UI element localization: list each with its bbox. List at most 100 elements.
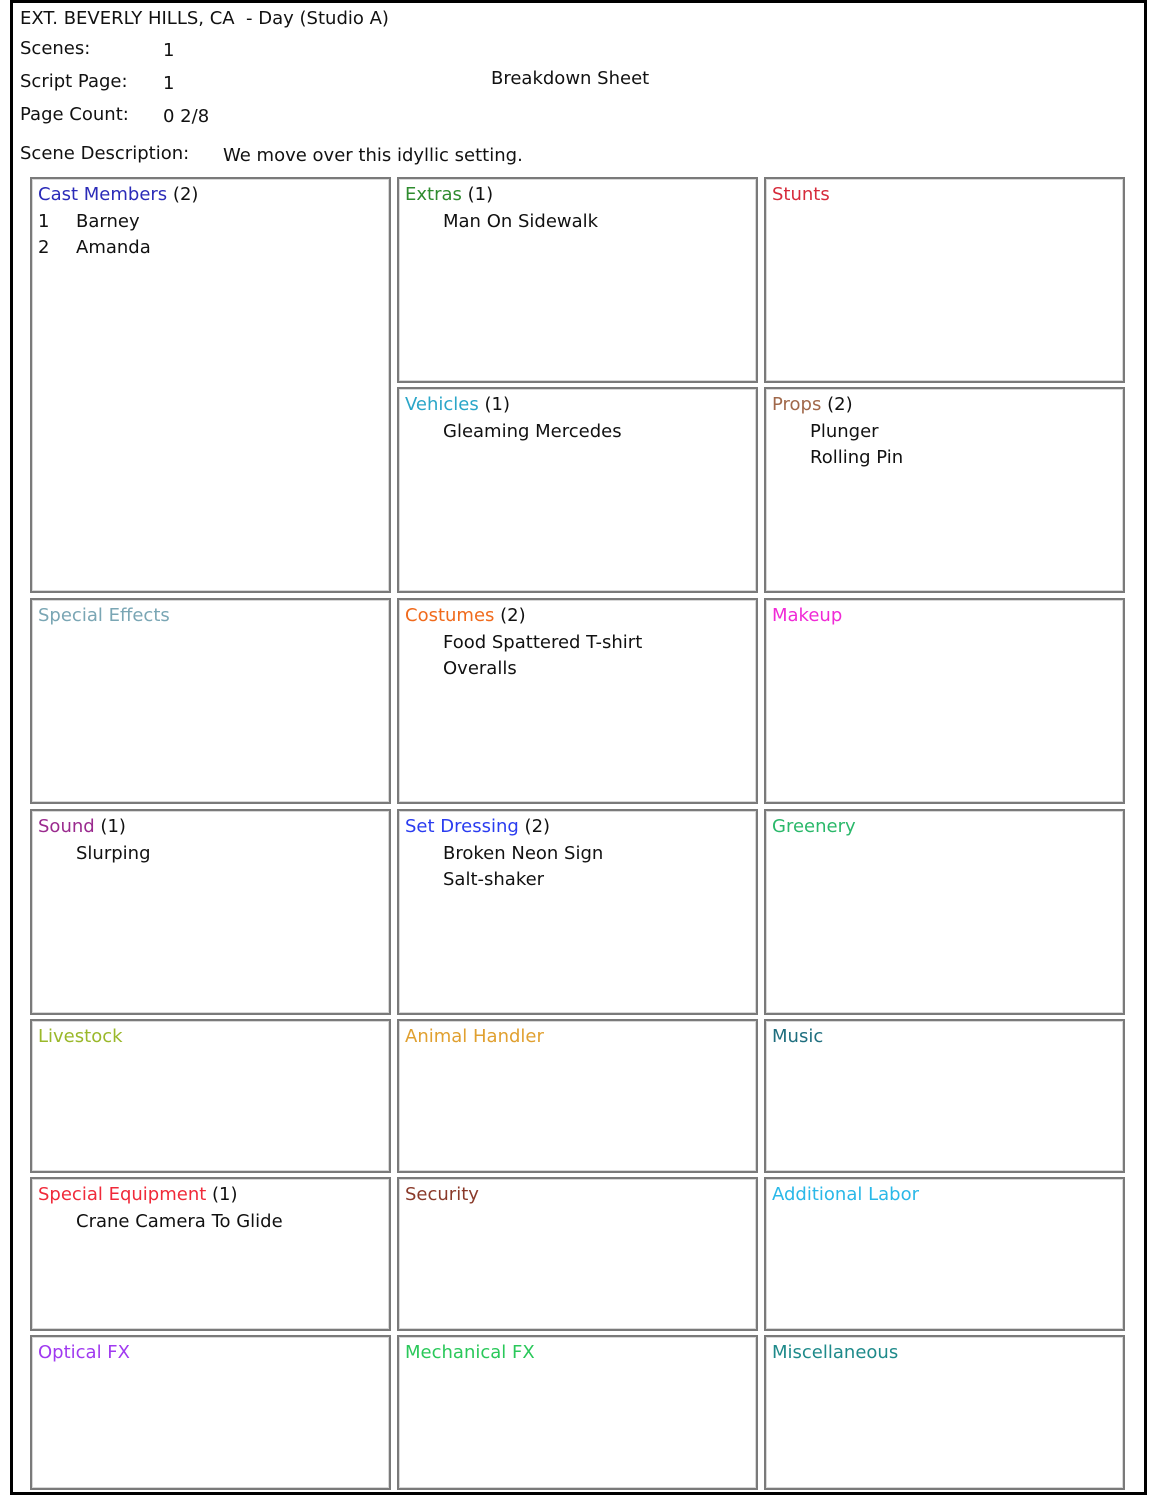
category-heading: Optical FX: [38, 1341, 383, 1365]
category-name: Sound: [38, 816, 95, 837]
category-heading: Sound (1): [38, 815, 383, 839]
category-heading: Special Effects: [38, 604, 383, 628]
list-item: Broken Neon Sign: [443, 843, 604, 864]
list-item: 1 Barney: [38, 209, 383, 235]
category-additional-labor: Additional Labor: [764, 1177, 1125, 1331]
category-extras: Extras (1) Man On Sidewalk: [397, 177, 758, 383]
category-heading: Additional Labor: [772, 1183, 1117, 1207]
category-greenery: Greenery: [764, 809, 1125, 1015]
category-count: (2): [524, 816, 551, 837]
category-heading: Miscellaneous: [772, 1341, 1117, 1365]
category-heading: Costumes (2): [405, 604, 750, 628]
category-heading: Livestock: [38, 1025, 383, 1049]
cast-name: Amanda: [76, 237, 151, 258]
page-count-label: Page Count:: [20, 104, 129, 125]
list-item: Plunger: [810, 421, 879, 442]
category-name: Livestock: [38, 1026, 123, 1047]
category-count: (2): [500, 605, 526, 626]
category-name: Makeup: [772, 605, 843, 626]
category-mechanical-fx: Mechanical FX: [397, 1335, 758, 1490]
category-heading: Makeup: [772, 604, 1117, 628]
page-count-value: 0 2/8: [163, 106, 210, 127]
cast-number: 1: [38, 211, 50, 232]
category-name: Music: [772, 1026, 824, 1047]
category-items: Food Spattered T-shirt Overalls: [405, 630, 750, 682]
category-items: 1 Barney 2 Amanda: [38, 209, 383, 261]
category-name: Optical FX: [38, 1342, 130, 1363]
list-item: Crane Camera To Glide: [76, 1211, 283, 1232]
category-livestock: Livestock: [30, 1019, 391, 1173]
list-item: Rolling Pin: [810, 447, 904, 468]
scene-heading: EXT. BEVERLY HILLS, CA - Day (Studio A): [20, 8, 389, 29]
category-special-equipment: Special Equipment (1) Crane Camera To Gli…: [30, 1177, 391, 1331]
category-name: Mechanical FX: [405, 1342, 535, 1363]
category-heading: Special Equipment (1): [38, 1183, 383, 1207]
category-heading: Music: [772, 1025, 1117, 1049]
category-name: Animal Handler: [405, 1026, 544, 1047]
list-item: Slurping: [76, 843, 151, 864]
category-name: Extras: [405, 184, 462, 205]
list-item: Overalls: [443, 658, 517, 679]
script-page-value: 1: [163, 73, 175, 94]
category-animal-handler: Animal Handler: [397, 1019, 758, 1173]
category-heading: Stunts: [772, 183, 1117, 207]
scene-description-value: We move over this idyllic setting.: [223, 145, 523, 166]
category-name: Costumes: [405, 605, 495, 626]
category-miscellaneous: Miscellaneous: [764, 1335, 1125, 1490]
category-count: (1): [212, 1184, 238, 1205]
category-vehicles: Vehicles (1) Gleaming Mercedes: [397, 387, 758, 593]
category-count: (1): [100, 816, 126, 837]
category-count: (1): [467, 184, 494, 205]
category-count: (2): [827, 394, 853, 415]
category-count: (2): [172, 184, 199, 205]
category-items: Broken Neon Sign Salt-shaker: [405, 841, 750, 893]
category-name: Security: [405, 1184, 479, 1205]
category-heading: Vehicles (1): [405, 393, 750, 417]
list-item: 2 Amanda: [38, 235, 383, 261]
category-heading: Set Dressing (2): [405, 815, 750, 839]
category-name: Vehicles: [405, 394, 479, 415]
sheet-title: Breakdown Sheet: [491, 68, 650, 89]
category-stunts: Stunts: [764, 177, 1125, 383]
cast-name: Barney: [76, 211, 140, 232]
category-items: Man On Sidewalk: [405, 209, 750, 235]
list-item: Salt-shaker: [443, 869, 545, 890]
scenes-label: Scenes:: [20, 38, 91, 59]
category-makeup: Makeup: [764, 598, 1125, 804]
scenes-value: 1: [163, 40, 175, 61]
category-name: Cast Members: [38, 184, 168, 205]
category-name: Props: [772, 394, 822, 415]
category-heading: Greenery: [772, 815, 1117, 839]
category-special-effects: Special Effects: [30, 598, 391, 804]
category-name: Special Effects: [38, 605, 170, 626]
category-heading: Cast Members (2): [38, 183, 383, 207]
list-item: Food Spattered T-shirt: [443, 632, 643, 653]
category-set-dressing: Set Dressing (2) Broken Neon Sign Salt-sha…: [397, 809, 758, 1015]
cast-number: 2: [38, 237, 50, 258]
category-name: Stunts: [772, 184, 830, 205]
category-optical-fx: Optical FX: [30, 1335, 391, 1490]
category-security: Security: [397, 1177, 758, 1331]
category-items: Gleaming Mercedes: [405, 419, 750, 445]
category-cast-members: Cast Members (2) 1 Barney 2 Amanda: [30, 177, 391, 593]
category-heading: Mechanical FX: [405, 1341, 750, 1365]
category-name: Additional Labor: [772, 1184, 919, 1205]
category-costumes: Costumes (2) Food Spattered T-shirt Overal…: [397, 598, 758, 804]
category-heading: Props (2): [772, 393, 1117, 417]
category-name: Miscellaneous: [772, 1342, 899, 1363]
category-count: (1): [484, 394, 510, 415]
category-items: Crane Camera To Glide: [38, 1209, 383, 1235]
script-page-label: Script Page:: [20, 71, 128, 92]
category-items: Slurping: [38, 841, 383, 867]
list-item: Gleaming Mercedes: [443, 421, 622, 442]
category-name: Greenery: [772, 816, 856, 837]
category-items: Plunger Rolling Pin: [772, 419, 1117, 471]
category-name: Set Dressing: [405, 816, 519, 837]
category-props: Props (2) Plunger Rolling Pin: [764, 387, 1125, 593]
scene-description-label: Scene Description:: [20, 143, 190, 164]
category-heading: Extras (1): [405, 183, 750, 207]
category-heading: Security: [405, 1183, 750, 1207]
category-heading: Animal Handler: [405, 1025, 750, 1049]
list-item: Man On Sidewalk: [443, 211, 599, 232]
category-music: Music: [764, 1019, 1125, 1173]
